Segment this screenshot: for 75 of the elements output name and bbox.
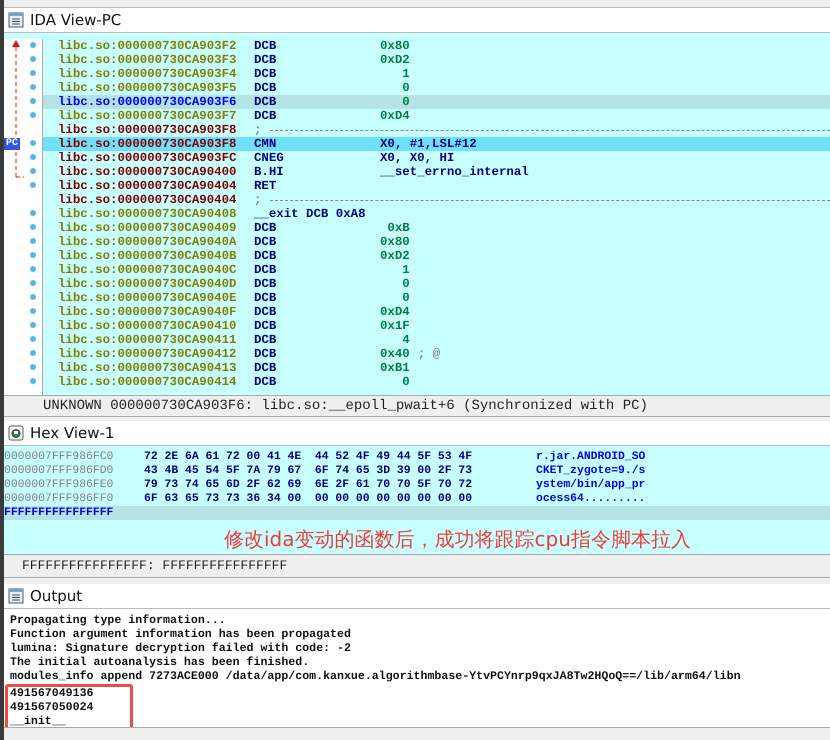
breakpoint-dot[interactable] (30, 350, 36, 356)
disassembly-line[interactable]: libc.so:000000730CA9040B DCB 0xD2 (43, 249, 830, 263)
disassembly-line[interactable]: libc.so:000000730CA9040D DCB 0 (43, 277, 830, 291)
disassembly-line[interactable]: libc.so:000000730CA90413 DCB 0xB1 (43, 361, 830, 375)
breakpoint-dot[interactable] (30, 84, 36, 90)
output-line: lumina: Signature decryption failed with code: -2 (10, 642, 352, 656)
breakpoint-dot[interactable] (30, 210, 36, 216)
disassembly-line[interactable]: libc.so:000000730CA90414 DCB 0 (43, 375, 830, 389)
breakpoint-dot[interactable] (30, 336, 36, 342)
hex-view-icon (8, 425, 24, 441)
breakpoint-dot[interactable] (30, 140, 36, 146)
disassembly-line[interactable]: libc.so:000000730CA90404 RET (43, 179, 830, 193)
disassembly-line[interactable]: libc.so:000000730CA90412 DCB 0x40 ; @ (43, 347, 830, 361)
disassembly-line[interactable]: libc.so:000000730CA903F5 DCB 0 (43, 81, 830, 95)
hex-address: 0000007FFF986FD0 (4, 464, 114, 478)
disassembly-line[interactable]: libc.so:000000730CA9040E DCB 0 (43, 291, 830, 305)
annotation-text: 修改ida变动的函数后，成功将跟踪cpu指令脚本拉入 (224, 527, 691, 551)
hex-ascii: ystem/bin/app_pr (536, 478, 646, 492)
breakpoint-dot[interactable] (30, 252, 36, 258)
hex-address: 0000007FFF986FE0 (4, 478, 114, 492)
breakpoint-dot[interactable] (30, 364, 36, 370)
output-line: modules_info append 7273ACE000 /data/app/com.kanxue.algorithmbase-YtvPCYnrp9qxJA8Tw2HQoQ==/lib/arm64/libn (10, 670, 742, 684)
hex-address: 0000007FFF986FC0 (4, 450, 114, 464)
breakpoint-dot[interactable] (30, 322, 36, 328)
pane-title[interactable]: Hex View-1 (30, 424, 114, 442)
breakpoint-dot[interactable] (30, 266, 36, 272)
disassembly-line[interactable]: libc.so:000000730CA903FC CNEG X0, X0, HI (43, 151, 830, 165)
output-line: __init__ (10, 715, 67, 727)
disassembly-line[interactable]: libc.so:000000730CA903F3 DCB 0xD2 (43, 53, 830, 67)
breakpoint-dot[interactable] (30, 42, 36, 48)
output-line: 491567049136 (10, 687, 94, 701)
hex-address: 0000007FFF986FF0 (4, 492, 114, 506)
pane-title[interactable]: Output (30, 587, 82, 605)
status-line: UNKNOWN 000000730CA903F6: libc.so:__epoll_pwait+6 (Synchronized with PC) (4, 395, 830, 417)
disassembly-line[interactable]: libc.so:000000730CA903F4 DCB 1 (43, 67, 830, 81)
hex-bytes: 6F 63 65 73 73 36 34 00 00 00 00 00 00 00 00 00 (144, 492, 474, 506)
breakpoint-dot[interactable] (30, 182, 36, 188)
disassembly-line[interactable]: libc.so:000000730CA90410 DCB 0x1F (43, 319, 830, 333)
breakpoint-dot[interactable] (30, 112, 36, 118)
output-line: The initial autoanalysis has been finished. (10, 656, 310, 670)
listing-icon (8, 12, 24, 28)
breakpoint-dot[interactable] (30, 378, 36, 384)
breakpoint-dot[interactable] (30, 168, 36, 174)
hex-bytes: 43 4B 45 54 5F 7A 79 67 6F 74 65 3D 39 00 2F 73 (144, 464, 474, 478)
output-line: 491567050024 (10, 701, 94, 715)
disassembly-line[interactable]: libc.so:000000730CA90411 DCB 4 (43, 333, 830, 347)
disassembly-line[interactable]: libc.so:000000730CA90408 __exit DCB 0xA8 (43, 207, 830, 221)
disassembly-line[interactable]: libc.so:000000730CA9040F DCB 0xD4 (43, 305, 830, 319)
disassembly-line[interactable]: libc.so:000000730CA9040A DCB 0x80 (43, 235, 830, 249)
breakpoint-dot[interactable] (30, 294, 36, 300)
listing-icon (8, 588, 24, 604)
hex-bytes: 79 73 74 65 6D 2F 62 69 6E 2F 61 70 70 5F 70 72 (144, 478, 474, 492)
pane-title[interactable]: IDA View-PC (30, 11, 122, 29)
breakpoint-dot[interactable] (30, 154, 36, 160)
hex-ascii: CKET_zygote=9./s (536, 464, 646, 478)
hex-bytes: 72 2E 6A 61 72 00 41 4E 44 52 4F 49 44 5F 53 4F (144, 450, 474, 464)
disassembly-line[interactable]: libc.so:000000730CA903F8 ; (43, 123, 830, 137)
disassembly-line[interactable]: libc.so:000000730CA90404 ; (43, 193, 830, 207)
disassembly-line[interactable]: libc.so:000000730CA903F2 DCB 0x80 (43, 39, 830, 53)
breakpoint-dot[interactable] (30, 280, 36, 286)
breakpoint-dot[interactable] (30, 308, 36, 314)
breakpoint-dot[interactable] (30, 224, 36, 230)
breakpoint-dot[interactable] (30, 238, 36, 244)
disassembly-line[interactable]: libc.so:000000730CA90400 B.HI __set_errno_internal (43, 165, 830, 179)
breakpoint-dot[interactable] (30, 70, 36, 76)
disassembly-line[interactable]: libc.so:000000730CA903F7 DCB 0xD4 (43, 109, 830, 123)
disassembly-line[interactable]: libc.so:000000730CA9040C DCB 1 (43, 263, 830, 277)
hex-ascii: r.jar.ANDROID_SO (536, 450, 646, 464)
hex-ascii: ocess64......... (536, 492, 646, 506)
disassembly-line[interactable]: libc.so:000000730CA90409 DCB 0xB (43, 221, 830, 235)
pc-marker: PC (4, 138, 20, 150)
output-line: Propagating type information... (10, 614, 227, 628)
output-line: Function argument information has been propagated (10, 628, 352, 642)
breakpoint-dot[interactable] (30, 98, 36, 104)
breakpoint-dot[interactable] (30, 56, 36, 62)
